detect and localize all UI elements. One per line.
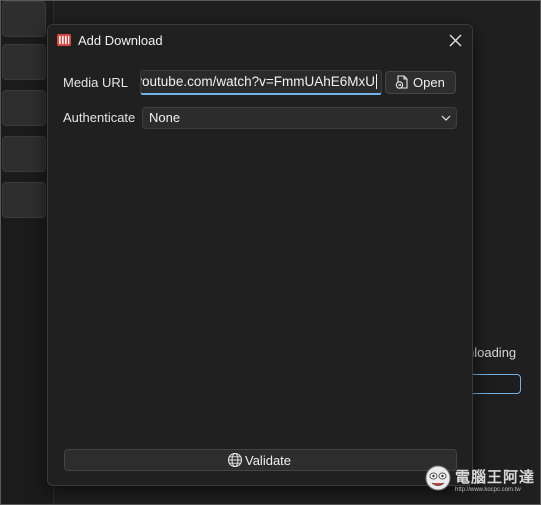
authenticate-label: Authenticate: [63, 110, 136, 125]
sidebar-button-2[interactable]: [2, 44, 46, 80]
chevron-down-icon: [441, 115, 451, 121]
sidebar-button-5[interactable]: [2, 182, 46, 218]
watermark: 電腦王阿達 http://www.kocpc.com.tw: [424, 463, 536, 497]
add-download-dialog: Add Download Media URL r.youtube.com/wat…: [47, 24, 473, 486]
close-icon[interactable]: [444, 29, 468, 53]
sidebar-button-1[interactable]: [2, 1, 46, 37]
mascot-icon: [425, 465, 451, 491]
globe-icon: [227, 452, 243, 468]
sidebar-button-4[interactable]: [2, 136, 46, 172]
watermark-url: http://www.kocpc.com.tw: [455, 487, 521, 493]
dialog-title: Add Download: [78, 33, 163, 48]
background-label: nloading: [467, 345, 517, 360]
validate-button-label: Validate: [245, 453, 292, 468]
open-button-label: Open: [413, 75, 445, 90]
open-button[interactable]: Open: [385, 71, 456, 94]
open-file-icon: [395, 75, 408, 89]
background-input[interactable]: [467, 374, 521, 394]
watermark-text: 電腦王阿達: [455, 469, 536, 486]
sidebar-button-3[interactable]: [2, 90, 46, 126]
app-window: nloading Add Download Media URL r.youtub…: [0, 0, 541, 505]
media-url-input[interactable]: r.youtube.com/watch?v=FmmUAhE6MxU: [140, 70, 382, 95]
authenticate-select[interactable]: None: [142, 107, 457, 129]
text-caret: [376, 74, 377, 89]
app-logo-icon: [57, 34, 71, 46]
authenticate-selected-value: None: [149, 110, 181, 125]
dialog-titlebar: Add Download: [48, 25, 472, 57]
validate-button[interactable]: Validate: [64, 449, 457, 471]
media-url-value: r.youtube.com/watch?v=FmmUAhE6MxU: [140, 74, 377, 89]
media-url-label: Media URL: [63, 75, 129, 90]
